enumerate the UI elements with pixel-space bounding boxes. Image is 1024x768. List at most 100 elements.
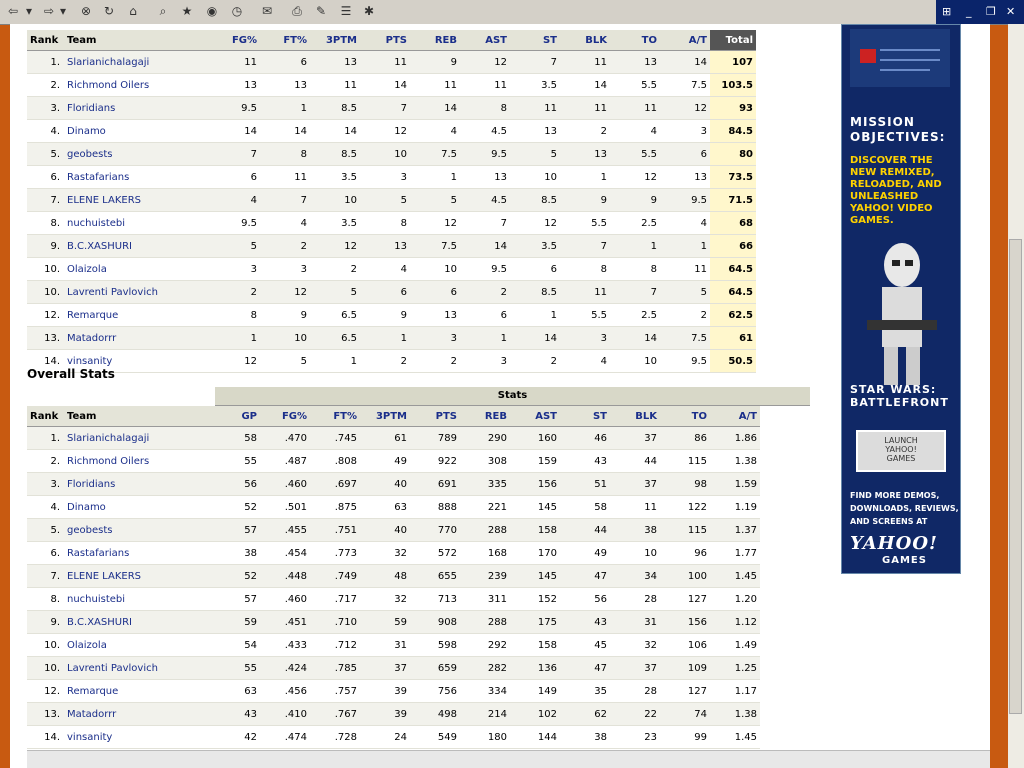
stat-cell: 57 [210,587,260,611]
team-link[interactable]: geobests [64,142,210,166]
yahoo-games-ad[interactable]: MISSION OBJECTIVES: DISCOVER THE NEW REM… [841,24,961,574]
column-header[interactable]: FT% [310,406,360,427]
stat-cell: 1.77 [710,541,760,565]
stat-cell: 789 [410,426,460,450]
column-header-rank[interactable]: Rank [27,30,64,51]
team-link[interactable]: Slarianichalagaji [64,50,210,74]
team-link[interactable]: Rastafarians [64,541,210,565]
column-header[interactable]: FG% [210,30,260,51]
stat-cell: 11 [310,73,360,97]
stat-cell: 5 [410,188,460,212]
column-header[interactable]: AST [510,406,560,427]
back-dropdown-icon[interactable]: ▾ [24,3,34,20]
team-link[interactable]: Lavrenti Pavlovich [64,656,210,680]
back-icon[interactable]: ⇦ [4,3,22,20]
launch-yahoo-games-button[interactable]: LAUNCH YAHOO! GAMES [856,430,946,472]
home-icon[interactable]: ⌂ [124,3,142,20]
team-link[interactable]: Dinamo [64,119,210,143]
discuss-icon[interactable]: ☰ [337,3,355,20]
column-header[interactable]: ST [510,30,560,51]
team-link[interactable]: nuchuistebi [64,587,210,611]
edit-icon[interactable]: ✎ [312,3,330,20]
stat-cell: 6.5 [310,303,360,327]
column-header[interactable]: TO [660,406,710,427]
team-link[interactable]: Richmond Oilers [64,449,210,473]
stat-cell: 1 [310,349,360,373]
column-header[interactable]: REB [410,30,460,51]
minimize-button[interactable]: _ [966,5,972,18]
team-link[interactable]: ELENE LAKERS [64,564,210,588]
refresh-icon[interactable]: ↻ [100,3,118,20]
stop-icon[interactable]: ⊗ [77,3,95,20]
team-link[interactable]: Rastafarians [64,165,210,189]
column-header[interactable]: BLK [610,406,660,427]
stat-cell: 38 [610,518,660,542]
stat-cell: 2 [360,349,410,373]
messenger-icon[interactable]: ✱ [360,3,378,20]
search-icon[interactable]: ⌕ [154,3,172,20]
team-link[interactable]: nuchuistebi [64,211,210,235]
team-link[interactable]: Matadorrr [64,326,210,350]
column-header[interactable]: FT% [260,30,310,51]
stat-cell: 5.5 [560,303,610,327]
column-header-rank[interactable]: Rank [27,406,64,427]
column-header[interactable]: A/T [710,406,760,427]
column-header[interactable]: BLK [560,30,610,51]
total-cell: 93 [710,96,756,120]
team-link[interactable]: Olaizola [64,633,210,657]
team-link[interactable]: geobests [64,518,210,542]
column-header-team[interactable]: Team [64,30,210,51]
team-link[interactable]: Olaizola [64,257,210,281]
team-link[interactable]: Remarque [64,679,210,703]
column-header[interactable]: 3PTM [360,406,410,427]
column-header[interactable]: PTS [410,406,460,427]
close-button[interactable]: ✕ [1006,5,1015,18]
forward-dropdown-icon[interactable]: ▾ [58,3,68,20]
column-header[interactable]: A/T [660,30,710,51]
table-row: 8. nuchuistebi 9.5 4 3.5 8 12 7 12 5.5 2.5 4 68 [27,211,756,235]
media-icon[interactable]: ◉ [203,3,221,20]
column-header[interactable]: PTS [360,30,410,51]
scrollbar-thumb[interactable] [1009,239,1022,714]
team-link[interactable]: Floridians [64,96,210,120]
mail-icon[interactable]: ✉ [258,3,276,20]
team-link[interactable]: Matadorrr [64,702,210,726]
column-header[interactable]: TO [610,30,660,51]
column-header[interactable]: 3PTM [310,30,360,51]
column-header[interactable]: ST [560,406,610,427]
team-link[interactable]: Remarque [64,303,210,327]
column-header[interactable]: FG% [260,406,310,427]
favorites-icon[interactable]: ★ [178,3,196,20]
stat-cell: .448 [260,564,310,588]
stat-cell: 159 [510,449,560,473]
rank-cell: 2. [27,73,64,97]
team-link[interactable]: Lavrenti Pavlovich [64,280,210,304]
vertical-scrollbar[interactable] [1008,24,1024,768]
print-icon[interactable]: ⎙ [288,3,306,20]
team-link[interactable]: Floridians [64,472,210,496]
stat-cell: 598 [410,633,460,657]
stat-cell: 2 [510,349,560,373]
ad-more-line: FIND MORE DEMOS, [850,491,940,500]
column-header-team[interactable]: Team [64,406,210,427]
restore-button[interactable]: ❐ [986,5,996,18]
column-header-total[interactable]: Total [710,30,756,51]
history-icon[interactable]: ◷ [228,3,246,20]
team-link[interactable]: ELENE LAKERS [64,188,210,212]
stat-cell: 908 [410,610,460,634]
stat-cell: 13 [460,165,510,189]
stat-cell: 9.5 [460,257,510,281]
forward-icon[interactable]: ⇨ [40,3,58,20]
team-link[interactable]: Slarianichalagaji [64,426,210,450]
stat-cell: 659 [410,656,460,680]
team-link[interactable]: Richmond Oilers [64,73,210,97]
table-row: 3. Floridians 9.5 1 8.5 7 14 8 11 11 11 12 93 [27,96,756,120]
team-link[interactable]: Dinamo [64,495,210,519]
table-row: 7. ELENE LAKERS 4 7 10 5 5 4.5 8.5 9 9 9.5 71.5 [27,188,756,212]
column-header[interactable]: GP [210,406,260,427]
column-header[interactable]: AST [460,30,510,51]
team-link[interactable]: B.C.XASHURI [64,610,210,634]
team-link[interactable]: B.C.XASHURI [64,234,210,258]
column-header[interactable]: REB [460,406,510,427]
team-link[interactable]: vinsanity [64,725,210,749]
